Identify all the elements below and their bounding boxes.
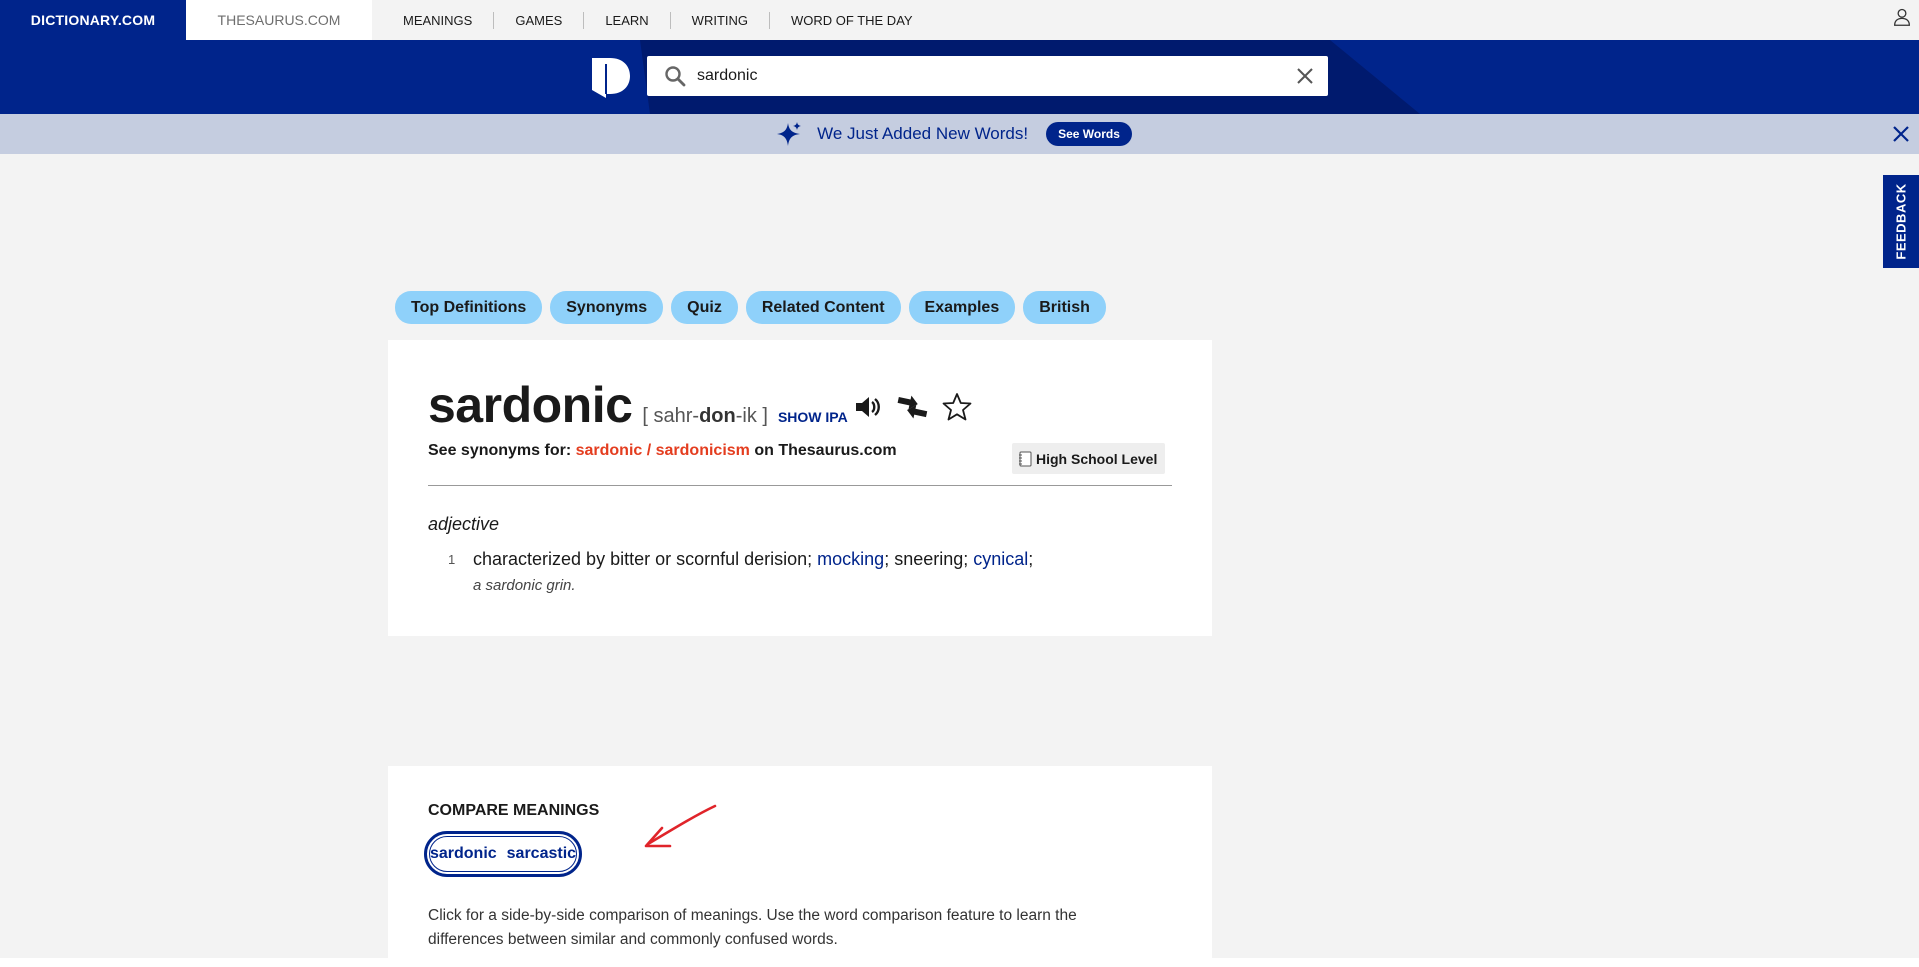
synonyms-line: See synonyms for: sardonic / sardonicism… (428, 442, 897, 460)
show-ipa-button[interactable]: SHOW IPA (778, 409, 848, 425)
syn-suffix: on Thesaurus.com (749, 442, 897, 459)
definition-number: 1 (448, 552, 456, 567)
compare-arrows-icon[interactable] (896, 393, 928, 421)
clear-search-icon[interactable] (1294, 65, 1316, 87)
search-header (0, 40, 1919, 114)
pill-quiz[interactable]: Quiz (671, 291, 738, 324)
see-words-button[interactable]: See Words (1046, 122, 1132, 146)
nav-word-of-the-day[interactable]: WORD OF THE DAY (770, 12, 934, 29)
close-icon[interactable] (1891, 124, 1911, 144)
definition-card: sardonic [ sahr-don-ik ] SHOW IPA See sy… (388, 340, 1212, 636)
nav-learn[interactable]: LEARN (584, 11, 671, 29)
def-part-1: characterized by bitter or scornful deri… (473, 549, 818, 569)
definition-text: characterized by bitter or scornful deri… (473, 549, 1033, 570)
notebook-icon (1019, 451, 1032, 466)
compare-button[interactable]: sardonic sarcastic (424, 831, 582, 877)
grade-level-badge[interactable]: High School Level (1012, 443, 1166, 474)
headword-row: sardonic [ sahr-don-ik ] SHOW IPA (428, 376, 848, 434)
page-bottom (0, 958, 1919, 967)
link-mocking[interactable]: mocking (817, 549, 884, 569)
compare-word-1: sardonic (429, 845, 497, 862)
compare-description: Click for a side-by-side comparison of m… (428, 907, 1077, 948)
thesaurus-link[interactable]: sardonic / sardonicism (576, 442, 750, 459)
entry-actions (854, 392, 972, 422)
nav-links: MEANINGS GAMES LEARN WRITING WORD OF THE… (372, 0, 934, 40)
pron-open: [ sahr- (642, 405, 700, 427)
part-of-speech: adjective (428, 514, 500, 534)
search-box (647, 56, 1328, 96)
favorite-star-icon[interactable] (942, 392, 972, 422)
pron-stress: don (699, 405, 736, 427)
compare-word-2: sarcastic (506, 845, 577, 862)
link-cynical[interactable]: cynical (973, 549, 1028, 569)
divider (428, 485, 1172, 486)
nav-writing[interactable]: WRITING (671, 11, 770, 29)
pill-synonyms[interactable]: Synonyms (550, 291, 664, 324)
pill-british[interactable]: British (1023, 291, 1106, 324)
headword: sardonic (428, 377, 633, 433)
pill-examples[interactable]: Examples (908, 291, 1016, 324)
compare-title: COMPARE MEANINGS (428, 802, 600, 819)
feedback-tab[interactable]: FEEDBACK (1883, 175, 1919, 268)
example-sentence: a sardonic grin. (473, 577, 576, 594)
nav-games[interactable]: GAMES (494, 11, 585, 29)
def-part-2: ; sneering; (884, 549, 974, 569)
search-input[interactable] (697, 67, 1294, 85)
pill-top-definitions[interactable]: Top Definitions (395, 291, 543, 324)
section-pills: Top Definitions Synonyms Quiz Related Co… (395, 291, 1106, 324)
compare-meanings-card: COMPARE MEANINGS sardonic sarcastic Clic… (388, 766, 1212, 967)
top-nav: DICTIONARY.COM THESAURUS.COM MEANINGS GA… (0, 0, 1919, 40)
sparkle-icon (777, 122, 802, 146)
dictionary-tab[interactable]: DICTIONARY.COM (0, 0, 186, 40)
pronunciation: [ sahr-don-ik ] (642, 405, 768, 428)
thesaurus-tab[interactable]: THESAURUS.COM (186, 0, 372, 40)
audio-speaker-icon[interactable] (854, 394, 882, 420)
grade-level-text: High School Level (1036, 450, 1158, 467)
feedback-label: FEEDBACK (1893, 183, 1909, 260)
user-icon[interactable] (1891, 6, 1913, 28)
annotation-arrow-icon (644, 804, 717, 848)
syn-prefix: See synonyms for: (428, 442, 576, 459)
dictionary-logo-icon[interactable] (590, 54, 632, 98)
def-part-3: ; (1028, 549, 1034, 569)
banner-text: We Just Added New Words! (817, 124, 1029, 143)
nav-meanings[interactable]: MEANINGS (382, 11, 495, 29)
compare-button-inner: sardonic sarcastic (429, 836, 577, 872)
pill-related-content[interactable]: Related Content (745, 291, 901, 324)
pron-close: -ik ] (735, 405, 768, 427)
new-words-banner: We Just Added New Words! See Words (0, 114, 1919, 154)
search-icon[interactable] (663, 64, 687, 88)
